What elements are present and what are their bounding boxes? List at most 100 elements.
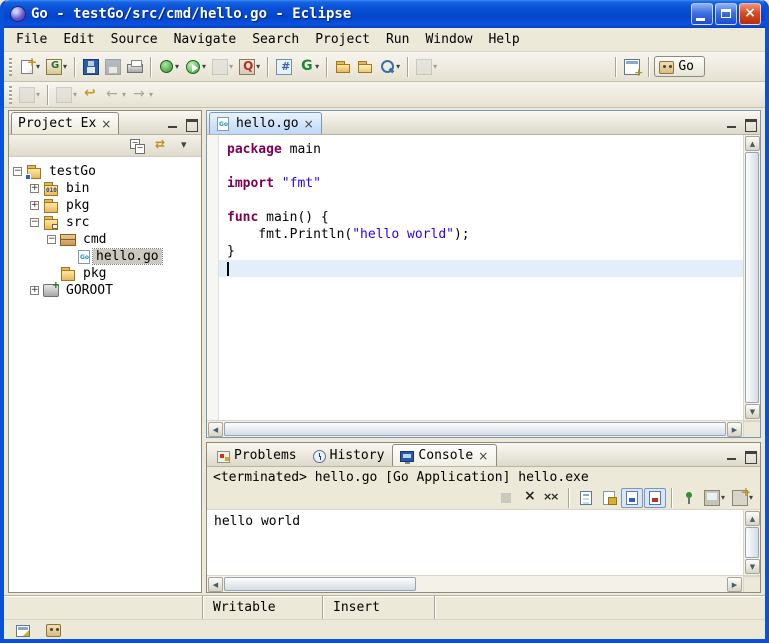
minimize-editor-button[interactable] [724, 117, 740, 131]
show-stderr-changes-button[interactable] [644, 488, 666, 508]
debug-button[interactable]: ▾ [156, 55, 182, 79]
menu-navigate[interactable]: Navigate [166, 30, 245, 49]
close-editor-icon[interactable]: × [303, 117, 315, 131]
menu-edit[interactable]: Edit [55, 30, 102, 49]
menu-file[interactable]: File [8, 30, 55, 49]
minimize-button[interactable] [691, 3, 713, 25]
new-wizard-button[interactable]: ▾ [16, 55, 43, 79]
menu-search[interactable]: Search [244, 30, 307, 49]
toolbar-grip[interactable] [9, 58, 12, 76]
pin-console-button[interactable] [678, 488, 700, 508]
code-editor[interactable]: package mainimport "fmt"func main() { fm… [219, 135, 743, 420]
minimize-view-button[interactable] [165, 117, 181, 131]
menu-project[interactable]: Project [307, 30, 378, 49]
scroll-left-button[interactable]: ◀ [208, 577, 223, 592]
maximize-view-button[interactable] [183, 117, 199, 131]
scroll-down-button[interactable]: ▼ [745, 404, 760, 419]
scrollbar-thumb[interactable] [224, 577, 416, 591]
print-button[interactable] [124, 55, 146, 79]
close-tab-icon[interactable]: × [477, 449, 489, 463]
dropdown-arrow-icon[interactable]: ▾ [315, 63, 319, 71]
tree-item-hello-go[interactable]: hello.go [9, 248, 201, 265]
open-perspective-button[interactable] [621, 55, 643, 79]
dropdown-arrow-icon[interactable]: ▾ [229, 63, 233, 71]
titlebar[interactable]: Go - testGo/src/cmd/hello.go - Eclipse × [4, 0, 765, 28]
scrollbar-thumb[interactable] [745, 527, 759, 558]
remove-all-terminated-button[interactable] [541, 488, 563, 508]
fast-view-button[interactable] [12, 620, 34, 640]
tree-item-bin[interactable]: +010bin [9, 180, 201, 197]
collapse-icon[interactable]: − [30, 218, 39, 227]
tree-item-cmd[interactable]: −cmd [9, 231, 201, 248]
console-horizontal-scrollbar[interactable]: ◀ ▶ [207, 576, 743, 592]
menu-run[interactable]: Run [378, 30, 417, 49]
editor-vertical-scrollbar[interactable]: ▲ ▼ [743, 135, 760, 420]
scrollbar-thumb[interactable] [224, 422, 726, 436]
open-console-button[interactable]: ▾ [729, 488, 756, 508]
expand-icon[interactable]: + [30, 184, 39, 193]
open-resource-button[interactable] [354, 55, 376, 79]
collapse-icon[interactable]: − [47, 235, 56, 244]
new-go-element-button[interactable]: ▾ [43, 55, 70, 79]
tab-hello-go[interactable]: hello.go × [209, 112, 322, 134]
dropdown-arrow-icon[interactable]: ▾ [202, 63, 206, 71]
tree-item-goroot[interactable]: +GOROOT [9, 282, 201, 299]
menu-help[interactable]: Help [480, 30, 527, 49]
scrollbar-track[interactable] [417, 577, 726, 591]
dropdown-arrow-icon[interactable]: ▾ [149, 91, 153, 99]
scroll-left-button[interactable]: ◀ [208, 422, 223, 437]
editor-horizontal-scrollbar[interactable]: ◀ ▶ [207, 421, 743, 437]
console-vertical-scrollbar[interactable]: ▲ ▼ [743, 510, 760, 575]
dropdown-arrow-icon[interactable]: ▾ [73, 91, 77, 99]
scroll-up-button[interactable]: ▲ [745, 136, 760, 151]
dropdown-arrow-icon[interactable]: ▾ [122, 91, 126, 99]
expand-icon[interactable]: + [30, 201, 39, 210]
menu-window[interactable]: Window [417, 30, 480, 49]
collapse-icon[interactable]: − [13, 167, 22, 176]
toolbar-grip[interactable] [9, 86, 12, 104]
menu-source[interactable]: Source [103, 30, 166, 49]
tab-console[interactable]: Console× [392, 444, 497, 466]
minimize-view-button[interactable] [724, 449, 740, 463]
link-with-editor-button[interactable] [151, 136, 173, 156]
view-menu-button[interactable] [175, 136, 197, 156]
scroll-lock-button[interactable] [598, 488, 620, 508]
dropdown-arrow-icon[interactable]: ▾ [256, 63, 260, 71]
display-selected-console-button[interactable]: ▾ [701, 488, 728, 508]
scroll-up-button[interactable]: ▲ [745, 511, 760, 526]
go-perspective-button[interactable]: Go [654, 56, 705, 77]
remove-launch-button[interactable] [518, 488, 540, 508]
show-stdout-changes-button[interactable] [621, 488, 643, 508]
dropdown-arrow-icon[interactable]: ▾ [36, 91, 40, 99]
go-tools-button[interactable]: ▾ [295, 55, 322, 79]
maximize-editor-button[interactable] [742, 117, 758, 131]
tab-project-explorer[interactable]: Project Ex × [11, 112, 119, 134]
run-button[interactable]: ▾ [182, 55, 209, 79]
dropdown-arrow-icon[interactable]: ▾ [175, 63, 179, 71]
tree-item-pkg[interactable]: pkg [9, 265, 201, 282]
last-edit-location-button[interactable] [80, 83, 102, 107]
search-button[interactable]: ▾ [376, 55, 403, 79]
dropdown-arrow-icon[interactable]: ▾ [396, 63, 400, 71]
maximize-view-button[interactable] [742, 449, 758, 463]
scrollbar-thumb[interactable] [745, 152, 759, 403]
tab-problems[interactable]: Problems [209, 444, 305, 466]
collapse-all-button[interactable] [127, 136, 149, 156]
external-tools-button[interactable]: ▾ [236, 55, 263, 79]
go-build-button[interactable] [273, 55, 295, 79]
clear-console-button[interactable] [575, 488, 597, 508]
tab-history[interactable]: History [305, 444, 393, 466]
save-button[interactable] [80, 55, 102, 79]
dropdown-arrow-icon[interactable]: ▾ [433, 63, 437, 71]
scroll-right-button[interactable]: ▶ [727, 422, 742, 437]
dropdown-arrow-icon[interactable]: ▾ [63, 63, 67, 71]
dropdown-arrow-icon[interactable]: ▾ [721, 494, 725, 502]
tree-item-src[interactable]: −src [9, 214, 201, 231]
expand-icon[interactable]: + [30, 286, 39, 295]
scroll-right-button[interactable]: ▶ [727, 577, 742, 592]
close-button[interactable]: × [739, 3, 761, 25]
close-tab-icon[interactable]: × [100, 117, 112, 131]
maximize-button[interactable] [715, 3, 737, 25]
scroll-down-button[interactable]: ▼ [745, 559, 760, 574]
go-trim-button[interactable] [42, 620, 64, 640]
